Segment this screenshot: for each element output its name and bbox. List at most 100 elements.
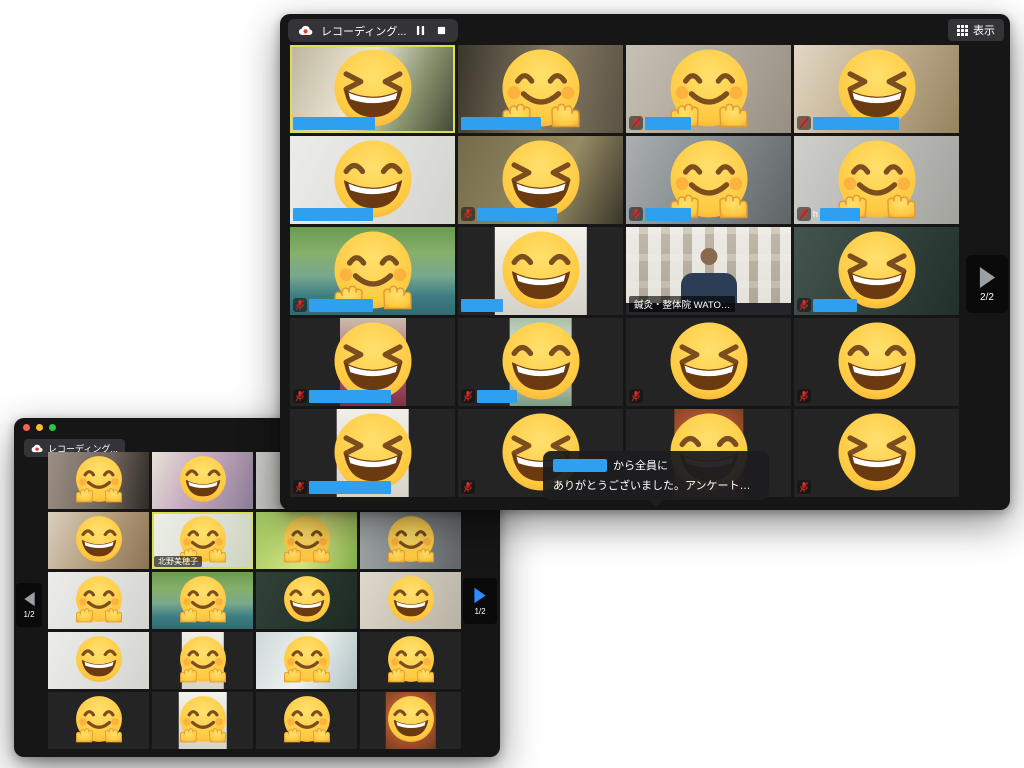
redacted-name-bar	[293, 117, 375, 130]
next-page-button[interactable]: 2/2	[966, 255, 1008, 313]
video-tile[interactable]	[152, 632, 253, 689]
cloud-recording-icon	[298, 25, 313, 36]
cloud-recording-icon	[31, 444, 43, 453]
participant-name: h	[813, 209, 818, 219]
video-tile[interactable]: 北野美穂子	[152, 512, 253, 569]
video-tile[interactable]	[256, 692, 357, 749]
video-tile[interactable]	[360, 692, 461, 749]
muted-mic-icon	[461, 389, 475, 403]
emoji-hug-icon	[178, 574, 228, 624]
video-tile[interactable]	[290, 45, 455, 133]
next-page-button[interactable]: 1/2	[463, 578, 497, 624]
video-tile[interactable]	[626, 136, 791, 224]
emoji-hug-icon	[74, 694, 124, 744]
video-tile[interactable]	[360, 572, 461, 629]
previous-page-button[interactable]: 1/2	[16, 583, 42, 627]
video-tile[interactable]	[794, 318, 959, 406]
pause-icon	[416, 25, 425, 36]
close-window-button[interactable]	[23, 424, 30, 431]
emoji-smile-icon	[386, 694, 436, 744]
video-tile[interactable]	[458, 227, 623, 315]
video-tile[interactable]	[626, 318, 791, 406]
emoji-hug-icon	[386, 634, 436, 684]
video-tile[interactable]	[626, 45, 791, 133]
zoom-window-main[interactable]: レコーディング... 表示 h鍼灸・整体院 WATO… 2/	[280, 14, 1010, 510]
emoji-smile-icon	[386, 574, 436, 624]
emoji-hug-icon	[282, 514, 332, 564]
emoji-smile-icon	[74, 514, 124, 564]
chat-to-all-label: から全員に	[613, 457, 668, 473]
recording-indicator: レコーディング...	[288, 19, 458, 42]
video-tile[interactable]	[290, 318, 455, 406]
video-tile[interactable]: 鍼灸・整体院 WATO…	[626, 227, 791, 315]
video-tile[interactable]	[458, 136, 623, 224]
emoji-laugh-icon	[667, 319, 751, 403]
video-gallery: h 鍼灸・整体院 WATO…	[290, 45, 959, 497]
view-button[interactable]: 表示	[948, 19, 1004, 41]
desktop: レコーディング... 北野美穂子 1/2 1/2 レコーディング...	[0, 0, 1024, 768]
redacted-name-bar	[813, 299, 857, 312]
gallery-grid-icon	[957, 25, 968, 36]
next-page-arrow-icon	[473, 587, 487, 604]
fullscreen-window-button[interactable]	[49, 424, 56, 431]
video-tile[interactable]	[256, 572, 357, 629]
pause-recording-button[interactable]	[414, 25, 427, 36]
emoji-hug-icon	[178, 694, 228, 744]
recording-label: レコーディング...	[321, 23, 406, 39]
muted-mic-icon	[797, 207, 811, 221]
emoji-hug-icon	[282, 694, 332, 744]
page-indicator: 2/2	[980, 292, 994, 303]
redacted-name-bar	[309, 390, 391, 403]
emoji-smile-icon	[499, 228, 583, 312]
redacted-name-bar	[645, 117, 691, 130]
video-tile[interactable]	[290, 409, 455, 497]
redacted-name-bar	[477, 208, 557, 221]
page-indicator: 1/2	[474, 607, 485, 616]
video-tile[interactable]	[458, 45, 623, 133]
stop-recording-button[interactable]	[435, 26, 448, 35]
video-tile[interactable]	[256, 512, 357, 569]
chat-message-preview: ありがとうございました。アンケート…	[553, 477, 759, 493]
minimize-window-button[interactable]	[36, 424, 43, 431]
video-tile[interactable]	[794, 45, 959, 133]
video-tile[interactable]	[458, 318, 623, 406]
video-tile[interactable]	[360, 632, 461, 689]
redacted-name-bar	[461, 117, 541, 130]
video-tile[interactable]	[360, 512, 461, 569]
video-tile[interactable]: h	[794, 136, 959, 224]
page-indicator: 1/2	[23, 610, 34, 619]
video-tile[interactable]	[48, 632, 149, 689]
stop-icon	[437, 26, 446, 35]
video-tile[interactable]	[48, 452, 149, 509]
video-tile[interactable]	[48, 692, 149, 749]
video-tile[interactable]	[48, 512, 149, 569]
emoji-hug-icon	[74, 454, 124, 504]
video-tile[interactable]	[152, 572, 253, 629]
chat-notification-popup[interactable]: から全員に ありがとうございました。アンケート…	[543, 451, 769, 500]
video-tile[interactable]	[256, 632, 357, 689]
redacted-sender-name	[553, 459, 607, 472]
video-tile[interactable]	[290, 136, 455, 224]
view-button-label: 表示	[973, 22, 995, 38]
emoji-smile-icon	[282, 574, 332, 624]
video-tile[interactable]	[794, 409, 959, 497]
emoji-laugh-icon	[835, 410, 919, 494]
video-tile[interactable]	[152, 692, 253, 749]
video-tile[interactable]	[48, 572, 149, 629]
muted-mic-icon	[461, 480, 475, 494]
participant-name-label: 北野美穂子	[154, 556, 202, 567]
muted-mic-icon	[293, 389, 307, 403]
emoji-smile-icon	[74, 634, 124, 684]
video-tile[interactable]	[290, 227, 455, 315]
muted-mic-icon	[797, 480, 811, 494]
redacted-name-bar	[477, 390, 517, 403]
video-tile[interactable]	[152, 452, 253, 509]
muted-mic-icon	[797, 116, 811, 130]
emoji-smile-icon	[835, 319, 919, 403]
redacted-name-bar	[461, 299, 503, 312]
video-tile[interactable]	[794, 227, 959, 315]
redacted-name-bar	[813, 117, 899, 130]
muted-mic-icon	[293, 298, 307, 312]
participant-name-label: 鍼灸・整体院 WATO…	[629, 296, 735, 312]
muted-mic-icon	[461, 207, 475, 221]
